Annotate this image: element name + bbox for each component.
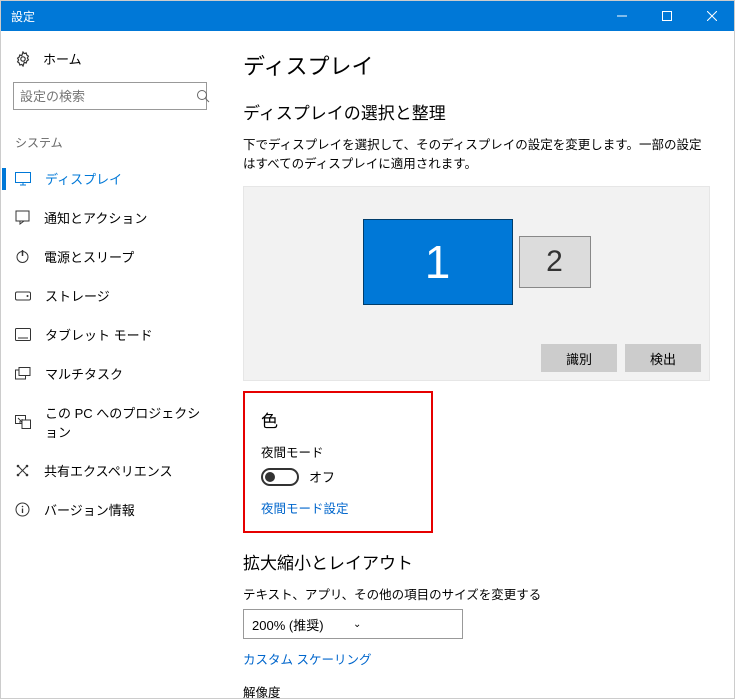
identify-button[interactable]: 識別 bbox=[541, 344, 617, 372]
color-section-highlight: 色 夜間モード オフ 夜間モード設定 bbox=[243, 391, 433, 533]
storage-icon bbox=[15, 290, 31, 302]
resolution-label: 解像度 bbox=[243, 682, 710, 698]
shared-icon bbox=[15, 463, 30, 478]
notification-icon bbox=[15, 210, 30, 225]
sidebar-item-label: 共有エクスペリエンス bbox=[44, 461, 172, 480]
minimize-button[interactable] bbox=[599, 1, 644, 31]
sidebar-item-label: ディスプレイ bbox=[45, 169, 122, 188]
search-input[interactable] bbox=[20, 89, 196, 104]
display-arrange-area: 1 2 識別 検出 bbox=[243, 186, 710, 381]
toggle-state: オフ bbox=[309, 467, 335, 486]
sidebar: ホーム システム ディスプレイ 通知とアクション 電源とスリープ ストレージ bbox=[1, 31, 219, 698]
monitor-2[interactable]: 2 bbox=[519, 236, 591, 288]
custom-scaling-link[interactable]: カスタム スケーリング bbox=[243, 649, 710, 668]
tablet-icon bbox=[15, 328, 31, 341]
window-title: 設定 bbox=[11, 8, 599, 25]
display-icon bbox=[15, 172, 31, 186]
night-mode-label: 夜間モード bbox=[261, 442, 415, 461]
sidebar-item-projection[interactable]: この PC へのプロジェクション bbox=[1, 393, 219, 451]
chevron-down-icon: ⌄ bbox=[353, 619, 454, 630]
sidebar-item-shared[interactable]: 共有エクスペリエンス bbox=[1, 451, 219, 490]
night-mode-settings-link[interactable]: 夜間モード設定 bbox=[261, 498, 415, 517]
night-mode-toggle[interactable] bbox=[261, 468, 299, 486]
power-icon bbox=[15, 249, 30, 264]
scale-heading: 拡大縮小とレイアウト bbox=[243, 549, 710, 574]
sidebar-item-notifications[interactable]: 通知とアクション bbox=[1, 198, 219, 237]
sidebar-item-multitask[interactable]: マルチタスク bbox=[1, 354, 219, 393]
sidebar-item-about[interactable]: バージョン情報 bbox=[1, 490, 219, 529]
sidebar-item-display[interactable]: ディスプレイ bbox=[1, 159, 219, 198]
scale-value: 200% (推奨) bbox=[252, 615, 353, 634]
titlebar: 設定 bbox=[1, 1, 734, 31]
group-system: システム bbox=[1, 122, 219, 159]
sidebar-item-label: 電源とスリープ bbox=[44, 247, 134, 266]
detect-button[interactable]: 検出 bbox=[625, 344, 701, 372]
arrange-heading: ディスプレイの選択と整理 bbox=[243, 99, 710, 124]
sidebar-item-label: マルチタスク bbox=[45, 364, 123, 383]
sidebar-item-power[interactable]: 電源とスリープ bbox=[1, 237, 219, 276]
multitask-icon bbox=[15, 367, 31, 380]
sidebar-item-label: バージョン情報 bbox=[44, 500, 135, 519]
maximize-button[interactable] bbox=[644, 1, 689, 31]
home-button[interactable]: ホーム bbox=[1, 43, 219, 74]
search-icon bbox=[196, 89, 210, 103]
sidebar-item-label: タブレット モード bbox=[45, 325, 153, 344]
gear-icon bbox=[15, 51, 31, 67]
close-button[interactable] bbox=[689, 1, 734, 31]
projection-icon bbox=[15, 415, 31, 429]
scale-select[interactable]: 200% (推奨) ⌄ bbox=[243, 609, 463, 639]
sidebar-item-label: 通知とアクション bbox=[44, 208, 147, 227]
page-title: ディスプレイ bbox=[243, 49, 710, 81]
size-label: テキスト、アプリ、その他の項目のサイズを変更する bbox=[243, 584, 710, 603]
sidebar-item-storage[interactable]: ストレージ bbox=[1, 276, 219, 315]
monitor-1[interactable]: 1 bbox=[363, 219, 513, 305]
info-icon bbox=[15, 502, 30, 517]
content: ディスプレイ ディスプレイの選択と整理 下でディスプレイを選択して、そのディスプ… bbox=[219, 31, 734, 698]
arrange-desc: 下でディスプレイを選択して、そのディスプレイの設定を変更します。一部の設定はすべ… bbox=[243, 134, 710, 172]
color-heading: 色 bbox=[261, 407, 415, 432]
home-label: ホーム bbox=[43, 49, 82, 68]
sidebar-item-label: ストレージ bbox=[45, 286, 110, 305]
sidebar-item-tablet[interactable]: タブレット モード bbox=[1, 315, 219, 354]
search-box[interactable] bbox=[13, 82, 207, 110]
sidebar-item-label: この PC へのプロジェクション bbox=[45, 403, 205, 441]
